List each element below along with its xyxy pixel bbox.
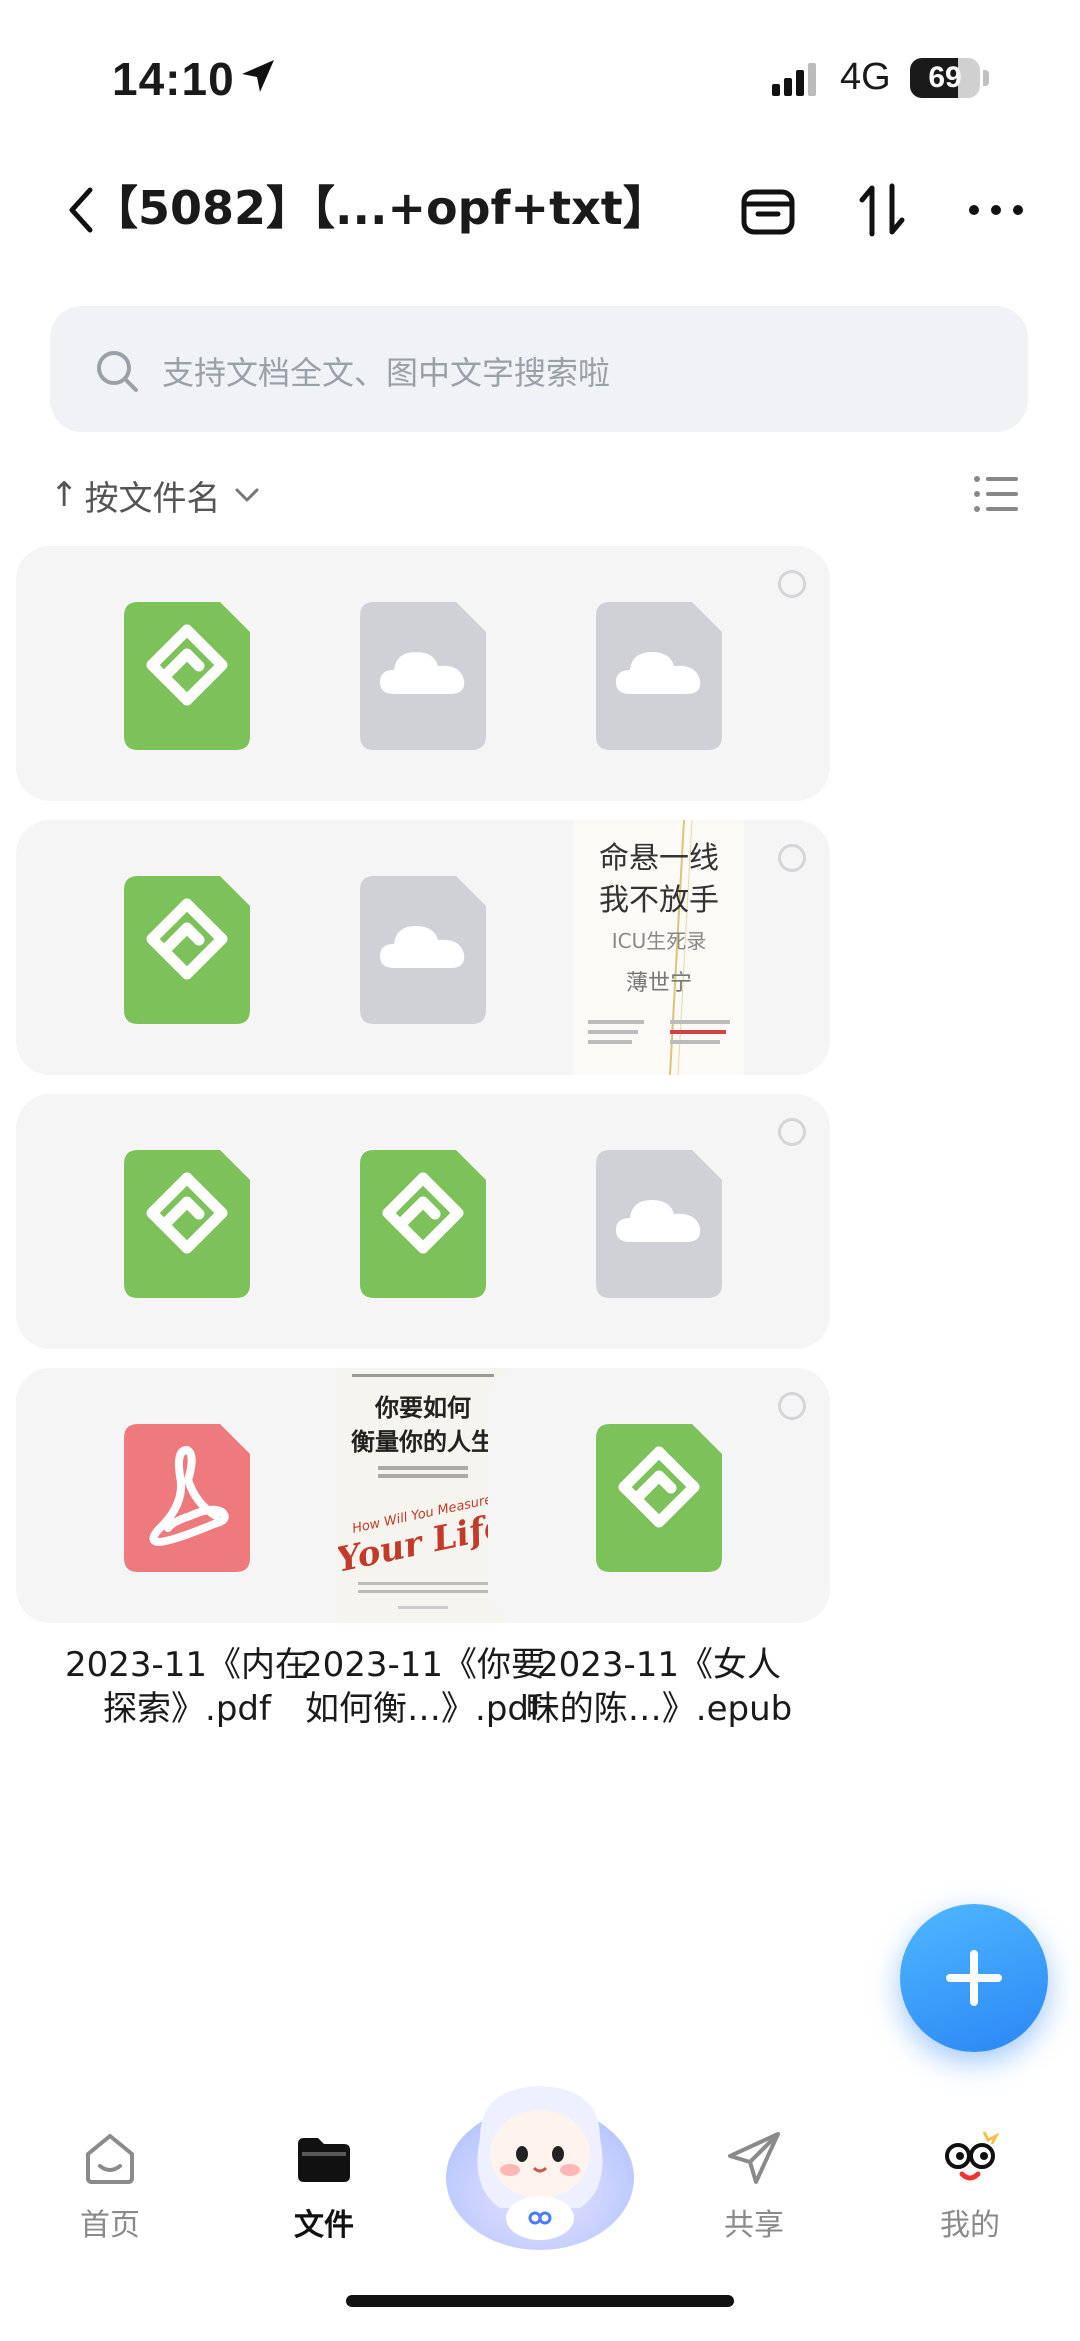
list-view-icon[interactable] (972, 474, 1020, 514)
cloud-file-icon (596, 602, 722, 750)
file-thumbnail[interactable]: 命悬一线我不放手 ICU生死录 薄世宁 (488, 820, 830, 1075)
sort-direction: ↑ (50, 475, 79, 515)
select-radio[interactable] (778, 570, 806, 598)
file-thumbnail[interactable] (488, 1094, 830, 1349)
epub-file-icon (360, 1150, 486, 1298)
profile-face-icon (945, 2131, 1000, 2181)
file-name-line2: 味的陈…》.epub (525, 1689, 793, 1729)
tab-files[interactable]: 文件 (254, 2126, 394, 2244)
paper-plane-icon (728, 2132, 780, 2184)
file-name: 2023-11《女人 味的陈…》.epub (488, 1643, 830, 1731)
folder-icon (298, 2138, 350, 2182)
book-cover-image: 命悬一线我不放手 ICU生死录薄世宁 (574, 820, 744, 1075)
home-icon (86, 2134, 134, 2184)
chevron-down-icon (235, 488, 258, 502)
epub-file-icon (124, 1150, 250, 1298)
signal-icon (772, 63, 816, 96)
book-cover-image: 你要如何衡量你的人生How Will You MeasureYour Life (338, 1368, 508, 1623)
tab-me-label: 我的 (940, 2208, 1000, 2243)
cloud-file-icon (360, 876, 486, 1024)
file-thumbnail[interactable] (488, 1368, 830, 1623)
cloud-file-icon (596, 1150, 722, 1298)
file-name-line1: 2023-11《女人 (536, 1645, 782, 1685)
tab-share[interactable]: 共享 (684, 2126, 824, 2244)
tab-share-label: 共享 (724, 2208, 784, 2243)
pdf-file-icon (124, 1424, 250, 1572)
cover-title-1: 命悬一线 (599, 841, 719, 876)
location-arrow-icon (242, 60, 274, 92)
search-icon (97, 351, 138, 392)
archive-box-icon[interactable] (736, 178, 800, 242)
cover-subtitle: ICU生死录 (612, 929, 707, 953)
tab-me[interactable]: 我的 (900, 2126, 1040, 2244)
cover-author: 薄世宁 (626, 971, 692, 996)
cover-title-2: 我不放手 (599, 883, 719, 918)
more-options-icon[interactable] (964, 178, 1028, 242)
epub-file-icon (124, 602, 250, 750)
battery-icon: 69 (910, 58, 980, 98)
add-button[interactable] (900, 1904, 1048, 2052)
select-radio[interactable] (778, 1118, 806, 1146)
network-label: 4G (840, 56, 891, 98)
sort-arrows-icon[interactable] (850, 178, 914, 242)
cloud-file-icon (360, 602, 486, 750)
header: 【5082】【...+opf+txt】 (0, 160, 1080, 260)
search-placeholder: 支持文档全文、图中文字搜索啦 (162, 354, 611, 392)
sort-selector[interactable]: ↑ 按文件名 (50, 470, 261, 520)
cover-title-2: 衡量你的人生 (351, 1428, 495, 1456)
status-time: 14:10 (112, 53, 235, 105)
cover-title-1: 你要如何 (374, 1394, 471, 1422)
tab-home[interactable]: 首页 (40, 2126, 180, 2244)
select-radio[interactable] (778, 844, 806, 872)
epub-file-icon (124, 876, 250, 1024)
tab-home-label: 首页 (80, 2208, 140, 2243)
page-title: 【5082】【...+opf+txt】 (92, 181, 669, 235)
battery-level: 69 (928, 61, 962, 94)
epub-file-icon (596, 1424, 722, 1572)
status-bar: 14:10 4G 69 (0, 0, 1080, 150)
search-bar[interactable]: 支持文档全文、图中文字搜索啦 (50, 306, 1028, 432)
tab-files-label: 文件 (294, 2208, 354, 2243)
select-radio[interactable] (778, 1392, 806, 1420)
file-thumbnail[interactable] (488, 546, 830, 801)
sort-label: 按文件名 (84, 478, 221, 519)
home-indicator (346, 2295, 734, 2307)
mascot-assistant-icon[interactable] (440, 2058, 640, 2258)
battery-cap (983, 70, 989, 86)
